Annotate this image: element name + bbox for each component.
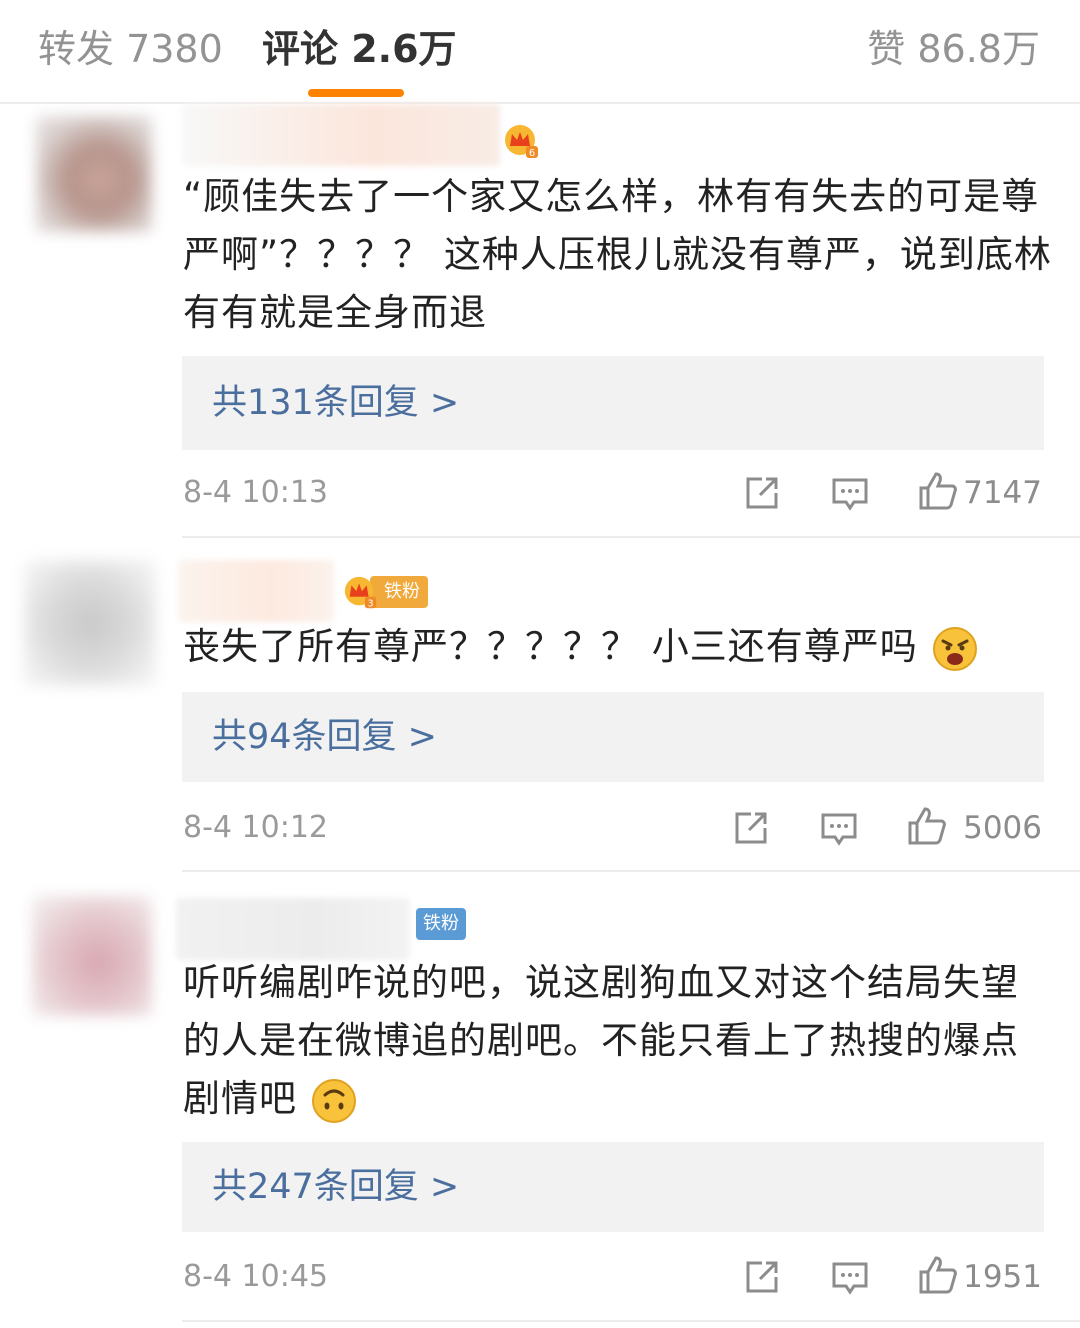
iron-fan-badge: 铁粉 3	[342, 574, 428, 610]
upside-down-face-icon	[311, 1078, 356, 1123]
angry-face-icon	[932, 626, 977, 671]
username[interactable]	[178, 560, 334, 622]
avatar[interactable]	[36, 116, 152, 232]
tab-reposts[interactable]: 转发 7380	[38, 24, 223, 74]
divider	[182, 870, 1080, 872]
comment-text-body: 丧失了所有尊严？？？？？ 小三还有尊严吗	[183, 625, 918, 668]
like-count: 1951	[963, 1259, 1042, 1295]
comment-icon[interactable]	[830, 474, 870, 514]
comment-time: 8-4 10:13	[183, 475, 328, 510]
avatar[interactable]	[32, 896, 152, 1016]
svg-text:6: 6	[529, 148, 535, 159]
replies-box[interactable]: 共131条回复 >	[182, 356, 1044, 450]
username[interactable]	[176, 898, 410, 960]
share-icon[interactable]	[731, 808, 771, 848]
comment-icon[interactable]	[819, 809, 859, 849]
divider	[182, 536, 1080, 538]
comment-icon[interactable]	[830, 1258, 870, 1298]
comment-text: “顾佳失去了一个家又怎么样，林有有失去的可是尊严啊”？？？？ 这种人压根儿就没有…	[183, 175, 1052, 334]
replies-box[interactable]: 共247条回复 >	[182, 1142, 1044, 1232]
comment-text: 丧失了所有尊严？？？？？ 小三还有尊严吗	[183, 618, 1053, 676]
tab-comments[interactable]: 评论 2.6万	[262, 24, 457, 74]
username[interactable]	[182, 104, 500, 166]
comment-page: 转发 7380 评论 2.6万 赞 86.8万 6 “顾佳失去了一个家又怎么样，…	[0, 0, 1080, 1328]
share-icon[interactable]	[742, 473, 782, 513]
like-count: 5006	[963, 810, 1042, 846]
view-replies-link[interactable]: 共131条回复 >	[212, 356, 459, 450]
svg-text:3: 3	[367, 598, 373, 609]
comment-time: 8-4 10:12	[183, 810, 328, 845]
replies-box[interactable]: 共94条回复 >	[182, 692, 1044, 782]
view-replies-link[interactable]: 共247条回复 >	[212, 1142, 459, 1232]
active-tab-indicator	[308, 89, 404, 97]
crown-icon: 6	[505, 125, 538, 159]
share-icon[interactable]	[742, 1257, 782, 1297]
crown-icon: 3	[344, 576, 377, 609]
comment-text-body: 听听编剧咋说的吧，说这剧狗血又对这个结局失望的人是在微博追的剧吧。不能只看上了热…	[183, 961, 1019, 1120]
tab-likes[interactable]: 赞 86.8万	[867, 24, 1040, 74]
view-replies-link[interactable]: 共94条回复 >	[212, 692, 437, 782]
iron-fan-badge: 铁粉	[416, 908, 466, 940]
thumbs-up-icon[interactable]	[907, 806, 947, 846]
tab-bar: 转发 7380 评论 2.6万 赞 86.8万	[0, 0, 1080, 104]
avatar[interactable]	[24, 560, 156, 686]
comment-time: 8-4 10:45	[183, 1259, 328, 1294]
divider	[182, 1320, 1080, 1322]
like-count: 7147	[963, 475, 1042, 511]
thumbs-up-icon[interactable]	[918, 1255, 958, 1295]
thumbs-up-icon[interactable]	[918, 471, 958, 511]
comment-text: 听听编剧咋说的吧，说这剧狗血又对这个结局失望的人是在微博追的剧吧。不能只看上了热…	[183, 954, 1033, 1128]
